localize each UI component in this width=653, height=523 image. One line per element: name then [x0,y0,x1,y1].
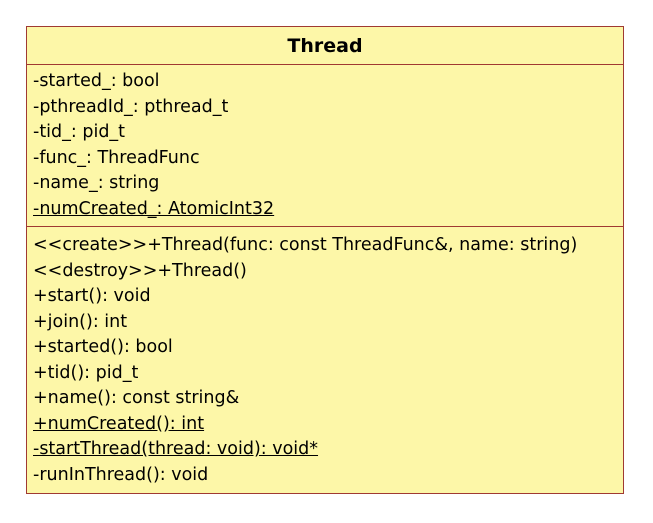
operation-constructor: <<create>>+Thread(func: const ThreadFunc… [33,235,578,255]
operation-num-created: +numCreated(): int [33,413,205,434]
attributes-compartment: -started_: bool -pthreadId_: pthread_t -… [27,65,623,227]
class-name: Thread [27,27,623,65]
operation-start: +start(): void [33,286,151,306]
operation-started: +started(): bool [33,337,173,357]
attribute-pthread-id: -pthreadId_: pthread_t [33,96,229,117]
operation-destructor: <<destroy>>+Thread() [33,260,247,281]
attribute-name: -name_: string [33,173,160,193]
attribute-started: -started_: bool [33,71,160,91]
uml-class-box[interactable]: Thread -started_: bool -pthreadId_: pthr… [26,26,624,494]
operation-join: +join(): int [33,311,128,332]
operation-run-in-thread: -runInThread(): void [33,464,209,485]
operation-tid: +tid(): pid_t [33,362,139,383]
operation-name: +name(): const string& [33,388,240,408]
operation-start-thread: -startThread(thread: void): void* [33,439,319,459]
attribute-num-created: -numCreated_: AtomicInt32 [33,198,275,219]
attribute-tid: -tid_: pid_t [33,122,126,142]
attribute-func: -func_: ThreadFunc [33,147,200,168]
operations-compartment: <<create>>+Thread(func: const ThreadFunc… [27,227,623,488]
